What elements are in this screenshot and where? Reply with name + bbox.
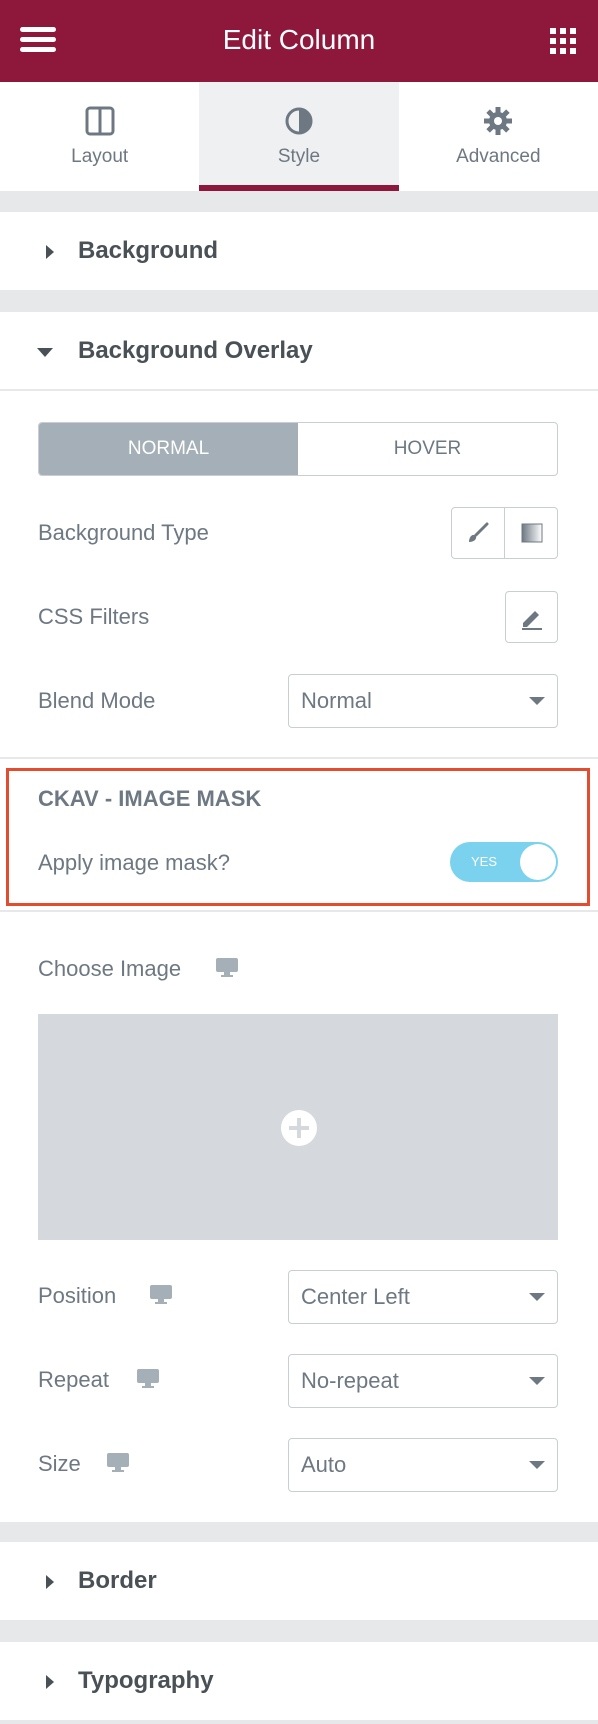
- brush-icon: [469, 522, 489, 542]
- caret-down-icon: [37, 348, 53, 357]
- responsive-desktop-icon[interactable]: [137, 1369, 159, 1389]
- layout-icon: [85, 106, 115, 136]
- section-title: Background Overlay: [78, 337, 313, 364]
- responsive-desktop-icon[interactable]: [107, 1453, 129, 1473]
- panel-header: Edit Column: [0, 0, 598, 82]
- divider: [0, 910, 598, 912]
- section-title: Background: [78, 237, 219, 264]
- divider: [0, 757, 598, 759]
- tab-style[interactable]: Style: [199, 82, 399, 191]
- choose-image-label: Choose Image: [38, 956, 182, 981]
- select-value: Auto: [301, 1452, 347, 1477]
- blend-mode-select[interactable]: Normal: [288, 674, 558, 728]
- chevron-down-icon: [529, 1377, 545, 1385]
- select-value: Center Left: [301, 1284, 410, 1309]
- contrast-icon: [285, 107, 313, 135]
- css-filters-edit-button[interactable]: [505, 591, 558, 643]
- tab-advanced[interactable]: Advanced: [399, 82, 598, 191]
- select-value: Normal: [301, 688, 372, 713]
- add-image-icon[interactable]: [281, 1110, 317, 1146]
- image-picker[interactable]: [38, 1014, 558, 1240]
- editor-tabs: Layout Style Advanced: [0, 82, 598, 191]
- responsive-desktop-icon[interactable]: [216, 958, 238, 978]
- position-select[interactable]: Center Left: [288, 1270, 558, 1324]
- caret-right-icon: [46, 1575, 54, 1589]
- section-background[interactable]: Background: [0, 212, 598, 290]
- tab-layout[interactable]: Layout: [0, 82, 199, 191]
- tab-normal[interactable]: NORMAL: [39, 423, 298, 475]
- toggle-knob: [520, 844, 556, 880]
- repeat-label: Repeat: [38, 1367, 109, 1392]
- size-label: Size: [38, 1451, 81, 1476]
- background-type-choices: [451, 507, 558, 559]
- chevron-down-icon: [529, 697, 545, 705]
- pencil-icon: [522, 611, 542, 630]
- size-select[interactable]: Auto: [288, 1438, 558, 1492]
- section-title: Typography: [78, 1667, 214, 1694]
- classic-option[interactable]: [452, 508, 505, 558]
- caret-right-icon: [46, 1675, 54, 1689]
- responsive-desktop-icon[interactable]: [150, 1285, 172, 1305]
- section-title: Border: [78, 1567, 157, 1594]
- tab-label: Style: [277, 146, 321, 167]
- caret-right-icon: [46, 245, 54, 259]
- gradient-icon: [521, 523, 543, 543]
- section-background-overlay[interactable]: Background Overlay: [0, 312, 598, 390]
- tab-label: Layout: [71, 146, 129, 167]
- section-border[interactable]: Border: [0, 1542, 598, 1620]
- apply-image-mask-toggle[interactable]: YES: [450, 842, 558, 882]
- tab-label: Advanced: [456, 146, 541, 167]
- panel-title: Edit Column: [222, 24, 376, 55]
- image-mask-heading: CKAV - IMAGE MASK: [38, 786, 262, 811]
- divider: [0, 389, 598, 391]
- chevron-down-icon: [529, 1461, 545, 1469]
- state-switcher: NORMAL HOVER: [38, 422, 558, 476]
- apps-grid-icon[interactable]: [550, 28, 576, 54]
- repeat-select[interactable]: No-repeat: [288, 1354, 558, 1408]
- gear-icon: [484, 107, 513, 135]
- css-filters-label: CSS Filters: [38, 604, 150, 629]
- blend-mode-label: Blend Mode: [38, 688, 156, 713]
- position-label: Position: [38, 1283, 117, 1308]
- select-value: No-repeat: [301, 1368, 399, 1393]
- toggle-text: YES: [471, 854, 498, 869]
- section-typography[interactable]: Typography: [0, 1642, 598, 1720]
- apply-image-mask-label: Apply image mask?: [38, 850, 230, 875]
- chevron-down-icon: [529, 1293, 545, 1301]
- background-type-label: Background Type: [38, 520, 209, 545]
- tab-hover[interactable]: HOVER: [298, 423, 557, 475]
- gradient-option[interactable]: [506, 508, 557, 558]
